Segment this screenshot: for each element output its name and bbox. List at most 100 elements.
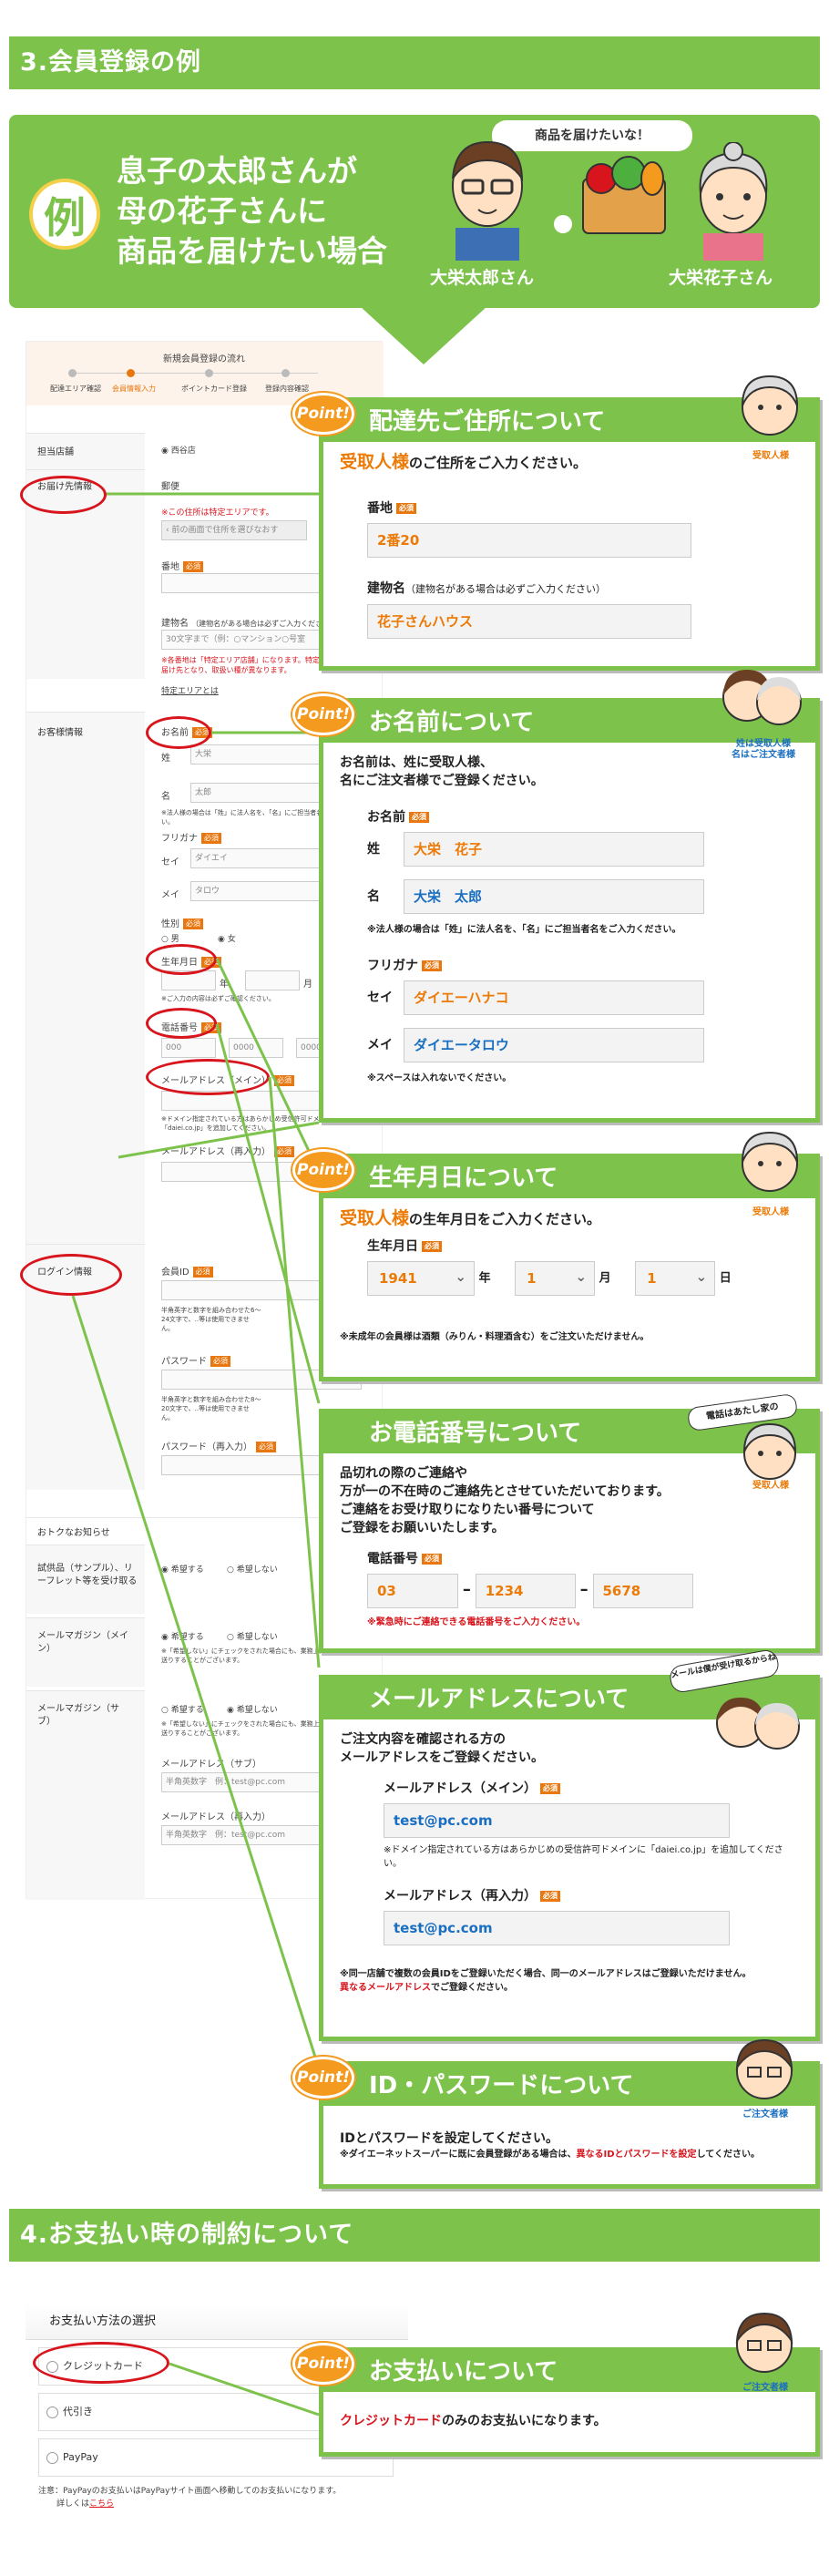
space-note: ※スペースは入れないでください。 bbox=[367, 1073, 512, 1083]
id-note-callout: ※ダイエーネットスーパーに既に会員登録がある場合は、異なるIDとパスワードを設定… bbox=[340, 2150, 760, 2160]
id-note: 半角英字と数字を組み合わせた6〜24文字で、..等は使用できません。 bbox=[161, 1307, 261, 1332]
birth-month-select[interactable] bbox=[245, 970, 300, 990]
birth-month-text: 月 bbox=[599, 1271, 611, 1286]
email-main-caption: メールアドレス（メイン） 必須 bbox=[384, 1780, 799, 1798]
mag-sub-want-radio[interactable]: ○ 希望する bbox=[161, 1703, 204, 1715]
gender-female-radio[interactable]: ◉ 女 bbox=[218, 932, 236, 944]
paypay-note: 注意：PayPayのお支払いはPayPayサイト画面へ移動してのお支払いになりま… bbox=[38, 2487, 342, 2496]
mother-illustration-icon bbox=[699, 142, 768, 261]
phone-example-2: 1234 bbox=[475, 1574, 576, 1608]
kana-caption: フリガナ 必須 bbox=[367, 957, 799, 975]
oval-login bbox=[20, 1254, 122, 1296]
paypay-link[interactable]: こちら bbox=[89, 2499, 114, 2509]
mag-sub-nowant-radio[interactable]: ◉ 希望しない bbox=[227, 1703, 278, 1715]
email-re-example: test@pc.com bbox=[384, 1911, 730, 1945]
son-name: 大栄太郎さん bbox=[430, 268, 535, 288]
name-lead-2: 名にご注文者様でご登録ください。 bbox=[340, 774, 544, 788]
pw-note: 半角英字と数字を組み合わせた8〜20文字で、..等は使用できません。 bbox=[161, 1396, 261, 1421]
tel-input-1[interactable]: 000 bbox=[161, 1038, 216, 1058]
kana-sei-label: セイ bbox=[161, 857, 179, 867]
oval-credit bbox=[33, 2342, 169, 2384]
building-example-input: 花子さんハウス bbox=[367, 604, 691, 639]
phone-lead-3: ご連絡をお受け取りになりたい番号について bbox=[340, 1503, 595, 1517]
section-4-title: 4.お支払い時の制約について bbox=[9, 2209, 820, 2262]
banner-line-2: 母の花子さんに bbox=[117, 193, 327, 229]
callout-email: メールアドレスについて ご注文内容を確認される方の メールアドレスをご登録くださ… bbox=[319, 1647, 820, 2041]
mag-main-label: メールマガジン（メイン） bbox=[37, 1631, 128, 1654]
step-dot-4 bbox=[281, 369, 290, 377]
sample-nowant-radio[interactable]: ○ 希望しない bbox=[227, 1563, 278, 1575]
gender-label: 性別 必須 bbox=[161, 916, 203, 929]
email-re-caption: メールアドレス（再入力） 必須 bbox=[384, 1887, 799, 1905]
birth-note: ※ご入力の内容は必ずご確認ください。 bbox=[161, 995, 275, 1002]
face-caption-2: 名はご注文者様 bbox=[732, 750, 795, 760]
callout-address: Point! 配達先ご住所について 受取人様のご住所をご入力ください。 番地 必須… bbox=[292, 375, 820, 671]
name-sei-example: 大栄 花子 bbox=[404, 832, 704, 867]
son-face-icon-2 bbox=[735, 2312, 793, 2373]
oval-delivery bbox=[20, 476, 107, 514]
step-dot-2 bbox=[127, 369, 135, 377]
oval-birth bbox=[146, 944, 217, 975]
tel-input-2[interactable]: 0000 bbox=[229, 1038, 283, 1058]
grandma-face-icon-2 bbox=[742, 1131, 798, 1192]
back-button[interactable]: ‹ 前の画面で住所を選びなおす bbox=[161, 520, 307, 540]
name-sei-label: 姓 bbox=[367, 842, 380, 857]
banner-line-3: 商品を届けたい場合 bbox=[117, 233, 387, 269]
sample-want-radio[interactable]: ◉ 希望する bbox=[161, 1563, 204, 1575]
vegetables-icon bbox=[582, 156, 666, 234]
birth-month-example: 1 bbox=[515, 1260, 596, 1296]
payment-lead: クレジットカードのみのお支払いになります。 bbox=[340, 2414, 607, 2428]
banchi-label: 番地 必須 bbox=[161, 559, 203, 572]
receiver-caption-3: 受取人様 bbox=[752, 1481, 789, 1491]
kana-mei-caption: メイ bbox=[367, 1038, 393, 1052]
family-face-icon-2 bbox=[716, 1698, 800, 1750]
callout-payment-body: クレジットカードのみのお支払いになります。 bbox=[323, 2392, 815, 2441]
orderer-caption-2: ご注文者様 bbox=[742, 2383, 788, 2393]
step-dot-3 bbox=[205, 369, 213, 377]
banchi-input[interactable] bbox=[161, 573, 343, 593]
mail-sub2-label: メールアドレス（再入力） bbox=[161, 1812, 271, 1822]
name-mei-label: 名 bbox=[367, 889, 380, 904]
paypay-more: 詳しくはこちら bbox=[56, 2499, 115, 2509]
callout-birthday-body: 受取人様の生年月日をご入力ください。 生年月日必須 1941 年 1 月 1 日… bbox=[323, 1198, 815, 1355]
mother-name: 大栄花子さん bbox=[669, 268, 773, 288]
postal-label: 郵便 bbox=[161, 482, 179, 492]
id-lead: IDとパスワードを設定してください。 bbox=[340, 2131, 558, 2146]
store-radio[interactable]: ◉ 西谷店 bbox=[161, 444, 196, 456]
birth-day-text: 日 bbox=[719, 1271, 732, 1286]
point-badge-7: Point! bbox=[292, 2343, 354, 2385]
area-link[interactable]: 特定エリアとは bbox=[161, 684, 219, 696]
point-badge-6: Point! bbox=[292, 2057, 354, 2099]
mail2-label: メールアドレス（再入力） 必須 bbox=[161, 1144, 294, 1157]
store-value: 西谷店 bbox=[170, 446, 196, 456]
payment-title: お支払い方法の選択 bbox=[26, 2304, 408, 2340]
callout-payment: Point! お支払いについて クレジットカードのみのお支払いになります。 ご注… bbox=[292, 2312, 820, 2457]
phone-caption: 電話番号 必須 bbox=[367, 1550, 799, 1568]
callout-id-password: Point! ID・パスワードについて IDとパスワードを設定してください。 ※… bbox=[292, 2038, 820, 2189]
building-caption: 建物名（建物名がある場合は必ずご入力ください） bbox=[367, 581, 606, 596]
family-face-icon bbox=[722, 670, 802, 725]
point-badge-3: Point! bbox=[292, 1149, 354, 1191]
mag-main-want-radio[interactable]: ◉ 希望する bbox=[161, 1630, 204, 1642]
customer-label: お客様情報 bbox=[37, 728, 83, 738]
son-face-icon bbox=[735, 2038, 793, 2099]
callout-name-body: お名前は、姓に受取人様、 名にご注文者様でご登録ください。 お名前 必須 姓大栄 … bbox=[323, 743, 815, 1096]
name-caption: お名前 必須 bbox=[367, 808, 799, 826]
kana-mei-label: メイ bbox=[161, 890, 179, 900]
callout-address-body: 受取人様のご住所をご入力ください。 番地 必須 2番20 建物名（建物名がある場合… bbox=[323, 442, 815, 650]
receiver-caption-2: 受取人様 bbox=[752, 1207, 789, 1217]
callout-birthday: Point! 生年月日について 受取人様の生年月日をご入力ください。 生年月日必… bbox=[292, 1131, 820, 1381]
mag-main-nowant-radio[interactable]: ○ 希望しない bbox=[227, 1630, 278, 1642]
example-banner: 例 息子の太郎さんが 母の花子さんに 商品を届けたい場合 商品を届けたいな！ 大… bbox=[9, 115, 820, 308]
face-caption-1: 姓は受取人様 bbox=[736, 739, 791, 749]
kana-label: フリガナ 必須 bbox=[161, 830, 221, 844]
callout-email-body: ご注文内容を確認される方の メールアドレスをご登録ください。 メールアドレス（メ… bbox=[323, 1719, 815, 2006]
gender-male-radio[interactable]: ○ 男 bbox=[161, 932, 179, 944]
receiver-caption: 受取人様 bbox=[752, 451, 789, 461]
kana-sei-example: ダイエーハナコ bbox=[404, 980, 704, 1015]
name-note-callout: ※法人様の場合は「姓」に法人名を、「名」にご担当者名をご入力ください。 bbox=[367, 925, 681, 935]
oval-name bbox=[146, 716, 211, 749]
oval-mail bbox=[146, 1059, 270, 1095]
email-domain-note: ※ドメイン指定されている方はあらかじめの受信許可ドメインに「daiei.co.j… bbox=[384, 1845, 783, 1869]
kana-sei-caption: セイ bbox=[367, 990, 393, 1005]
